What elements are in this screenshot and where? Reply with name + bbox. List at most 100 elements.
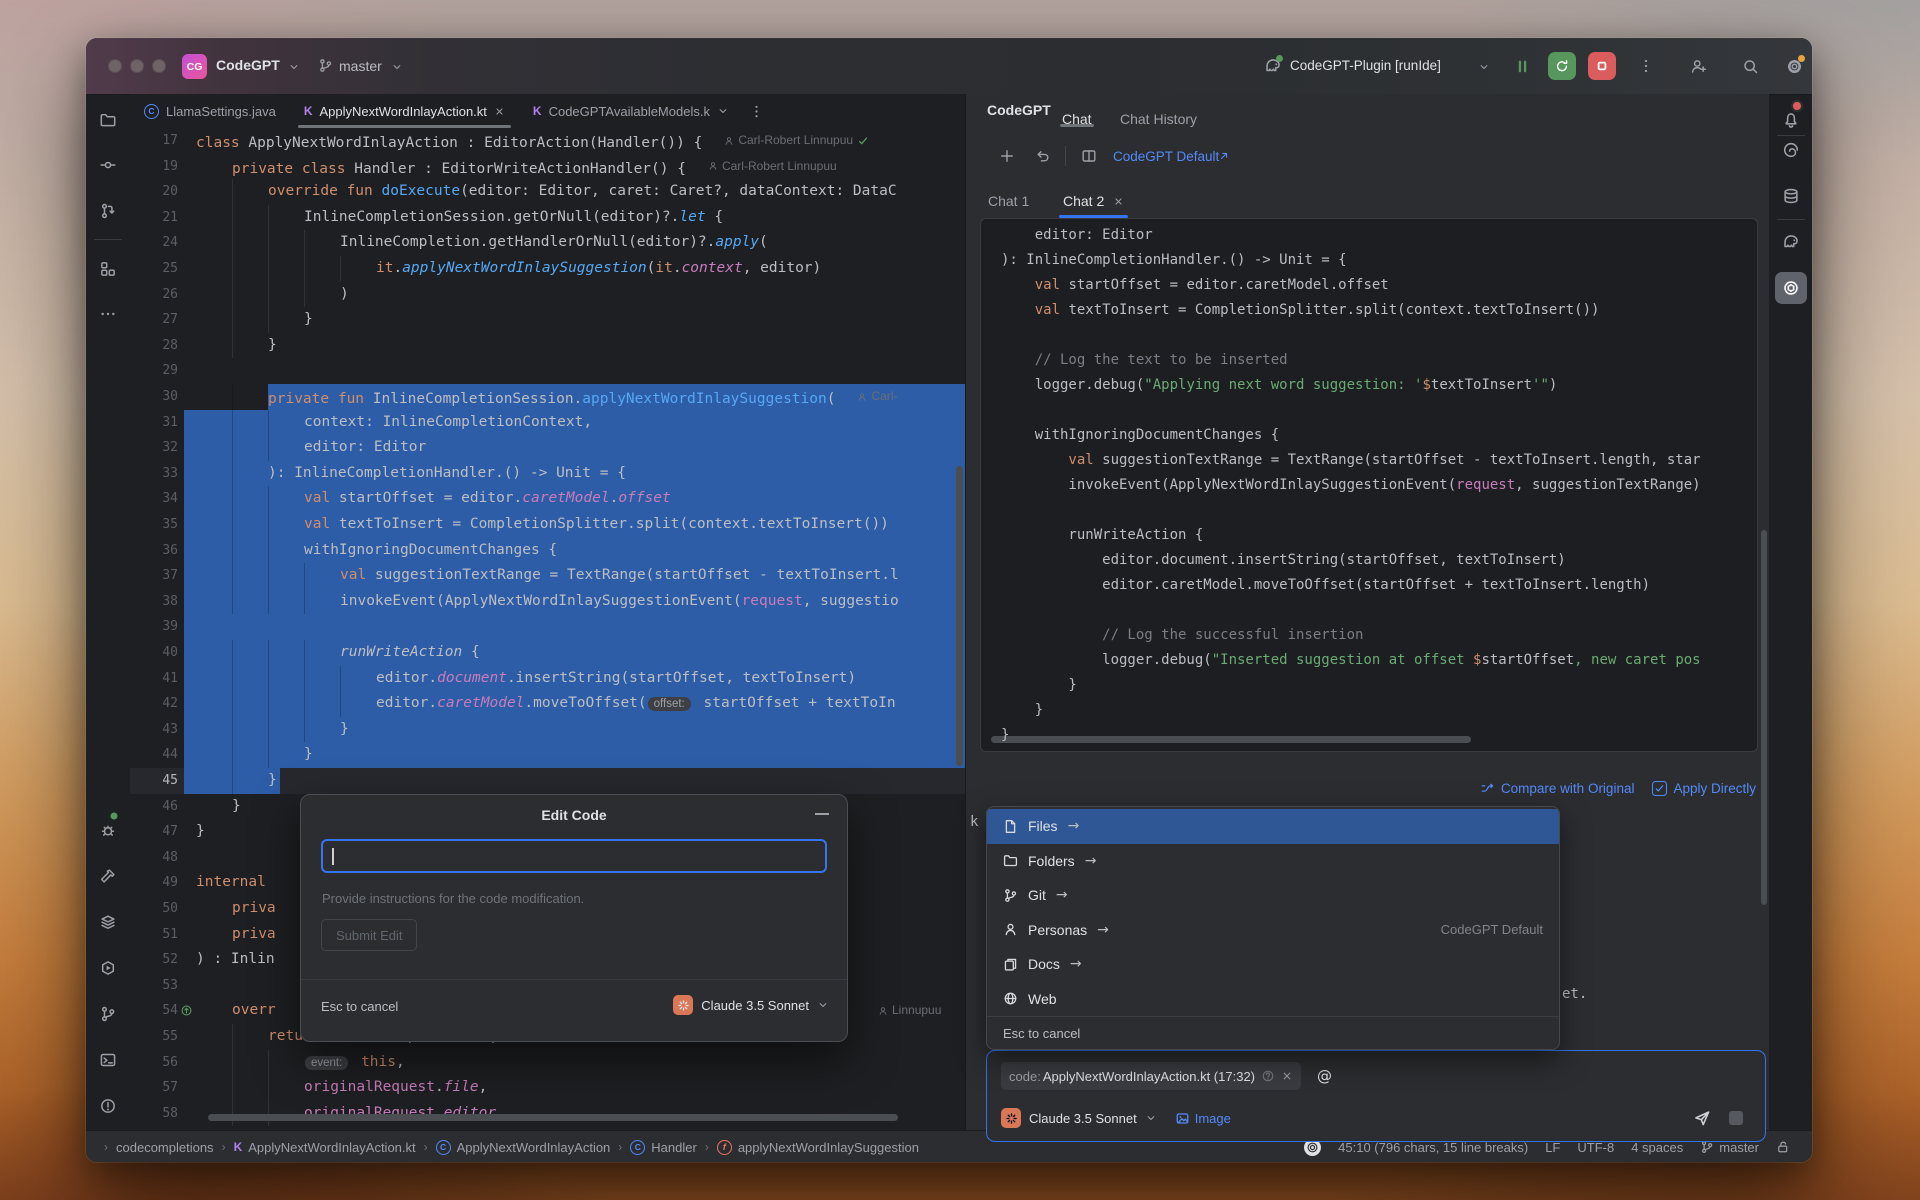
menu-item-Folders[interactable]: Folders →	[987, 844, 1559, 879]
sidebar-tool-more-horizontal-icon[interactable]	[100, 306, 117, 323]
compare-with-original-button[interactable]: Compare with Original	[1480, 781, 1634, 796]
chat-input[interactable]: code: ApplyNextWordInlayAction.kt (17:32…	[986, 1050, 1766, 1142]
code-line: 56 event: this,	[130, 1049, 965, 1076]
editor-tab-LlamaSettings.java[interactable]: C LlamaSettings.java	[130, 94, 290, 128]
settings-button[interactable]	[1786, 55, 1805, 75]
minimize-window-button[interactable]	[130, 59, 144, 73]
run-configuration[interactable]: CodeGPT-Plugin [runIde]	[1290, 58, 1441, 73]
branch-selector[interactable]: master	[339, 58, 382, 74]
sidebar-tool-gradle-icon[interactable]	[1782, 233, 1800, 251]
submit-edit-button[interactable]: Submit Edit	[321, 919, 418, 951]
code-text: }	[196, 823, 205, 840]
search-button[interactable]	[1742, 58, 1759, 75]
code-line: 38 invokeEvent(ApplyNextWordInlaySuggesti…	[130, 588, 965, 615]
selection	[184, 614, 965, 640]
override-gutter-icon[interactable]	[180, 1004, 193, 1017]
chat-code-line: editor: Editor	[1001, 227, 1153, 243]
menu-item-value: CodeGPT Default	[1440, 922, 1543, 938]
line-number: 46	[162, 798, 178, 814]
git-branch-icon	[318, 58, 333, 73]
sidebar-tool-pull-request-icon[interactable]	[100, 203, 117, 220]
code-with-me-button[interactable]	[1690, 58, 1707, 75]
breadcrumb-item[interactable]: C ApplyNextWordInlayAction	[435, 1139, 610, 1155]
sidebar-tool-git-branch-icon[interactable]	[100, 1006, 117, 1023]
editor-vertical-scrollbar[interactable]	[956, 466, 963, 766]
sidebar-tool-codegpt-logo-icon[interactable]	[1782, 279, 1800, 297]
close-window-button[interactable]	[108, 59, 122, 73]
code-reference-chip[interactable]: code: ApplyNextWordInlayAction.kt (17:32…	[1001, 1062, 1302, 1090]
pause-button[interactable]	[1514, 58, 1531, 75]
menu-item-Web[interactable]: Web	[987, 982, 1559, 1017]
submenu-arrow: →	[1055, 887, 1068, 904]
project-selector[interactable]: CodeGPT	[216, 57, 280, 73]
editor-tab-CodeGPTAvailableModels.k[interactable]: K CodeGPTAvailableModels.k	[519, 94, 743, 128]
file-icon	[1003, 819, 1018, 834]
code-author-label[interactable]: Linnupuu	[878, 998, 941, 1024]
editor-horizontal-scrollbar[interactable]	[208, 1114, 898, 1121]
dialog-minimize-button[interactable]	[815, 813, 829, 815]
code-text: invokeEvent(ApplyNextWordInlaySuggestion…	[340, 592, 899, 609]
sidebar-tool-services-icon[interactable]	[100, 914, 117, 931]
breadcrumb-item[interactable]: K ApplyNextWordInlayAction.kt	[234, 1140, 416, 1155]
model-selector[interactable]: Claude 3.5 Sonnet	[1029, 1111, 1137, 1126]
sidebar-tool-run-icon[interactable]	[100, 960, 117, 977]
chat-tab-Chat 2[interactable]: Chat 2	[1063, 184, 1124, 218]
tab-close-icon[interactable]	[494, 106, 505, 117]
panel-vertical-scrollbar[interactable]	[1761, 530, 1767, 905]
dialog-model-selector[interactable]: Claude 3.5 Sonnet	[673, 995, 829, 1015]
rerun-button[interactable]	[1548, 52, 1576, 80]
sidebar-tool-ai-assistant-icon[interactable]	[1782, 141, 1800, 159]
zoom-window-button[interactable]	[152, 59, 166, 73]
chip-info-icon[interactable]	[1261, 1069, 1275, 1083]
code-text: originalRequest.file,	[304, 1079, 488, 1096]
tab-list-button[interactable]	[743, 94, 770, 128]
menu-item-Personas[interactable]: Personas → CodeGPT Default	[987, 913, 1559, 948]
sidebar-tool-hammer-icon[interactable]	[100, 868, 117, 885]
code-text: private class Handler : EditorWriteActio…	[196, 154, 837, 182]
menu-item-label: Docs	[1028, 956, 1060, 973]
breadcrumb-chevron: ›	[618, 1140, 623, 1154]
chevron-down-icon[interactable]	[717, 105, 729, 117]
code-author-label[interactable]: Carl-Robert Linnupuu	[724, 128, 869, 154]
menu-item-Files[interactable]: Files →	[987, 809, 1559, 844]
left-activity-bar	[86, 94, 131, 1130]
code-author-label[interactable]: Carl-	[857, 384, 897, 410]
sidebar-tool-problems-icon[interactable]	[100, 1098, 117, 1115]
status-widget[interactable]	[1776, 1140, 1790, 1154]
chip-close-icon[interactable]	[1281, 1070, 1293, 1082]
breadcrumb-item[interactable]: codecompletions	[116, 1140, 214, 1155]
sidebar-tool-folder-icon[interactable]	[100, 112, 117, 129]
panel-tab-Chat History[interactable]: Chat History	[1120, 102, 1197, 136]
sidebar-tool-bell-icon[interactable]	[1782, 102, 1801, 129]
breadcrumb-item[interactable]: f applyNextWordInlaySuggestion	[716, 1139, 919, 1155]
apply-directly-checkbox[interactable]: Apply Directly	[1652, 780, 1756, 796]
new-chat-button[interactable]	[999, 148, 1015, 164]
code-line: 43}	[130, 716, 965, 743]
inlay-hint: event:	[305, 1055, 349, 1070]
menu-item-Docs[interactable]: Docs →	[987, 947, 1559, 982]
panel-tab-Chat[interactable]: Chat	[1062, 102, 1092, 136]
code-line: 40 runWriteAction {	[130, 640, 965, 666]
more-actions-button[interactable]	[1638, 58, 1654, 74]
editor-tab-ApplyNextWordInlayAction.kt[interactable]: K ApplyNextWordInlayAction.kt	[290, 94, 519, 128]
send-button[interactable]	[1693, 1109, 1711, 1127]
sidebar-tool-database-icon[interactable]	[1782, 187, 1800, 205]
edit-instruction-input[interactable]	[321, 839, 827, 873]
code-author-label[interactable]: Carl-Robert Linnupuu	[708, 154, 837, 180]
sidebar-tool-structure-icon[interactable]	[100, 261, 117, 278]
breadcrumb-item[interactable]: C Handler	[630, 1139, 697, 1155]
code-line: 42 editor.caretModel.moveToOffset(offset:…	[130, 691, 965, 717]
chat-tab-Chat 1[interactable]: Chat 1	[988, 184, 1029, 218]
sidebar-tool-commit-icon[interactable]	[100, 157, 117, 174]
sidebar-tool-terminal-icon[interactable]	[100, 1052, 117, 1069]
profile-link[interactable]: CodeGPT Default	[1113, 149, 1219, 164]
code-text: it.applyNextWordInlaySuggestion(it.conte…	[376, 260, 822, 276]
attach-image-button[interactable]: Image	[1195, 1111, 1231, 1126]
undo-button[interactable]	[1035, 148, 1051, 164]
split-view-button[interactable]	[1081, 148, 1097, 164]
stop-button[interactable]	[1588, 52, 1616, 80]
context-menu-popup: Esc to cancel Files → Folders → Git → Personas…	[986, 806, 1560, 1050]
menu-item-Git[interactable]: Git →	[987, 878, 1559, 913]
stop-generation-button[interactable]	[1729, 1111, 1743, 1125]
sidebar-tool-debug-icon[interactable]	[100, 812, 118, 839]
